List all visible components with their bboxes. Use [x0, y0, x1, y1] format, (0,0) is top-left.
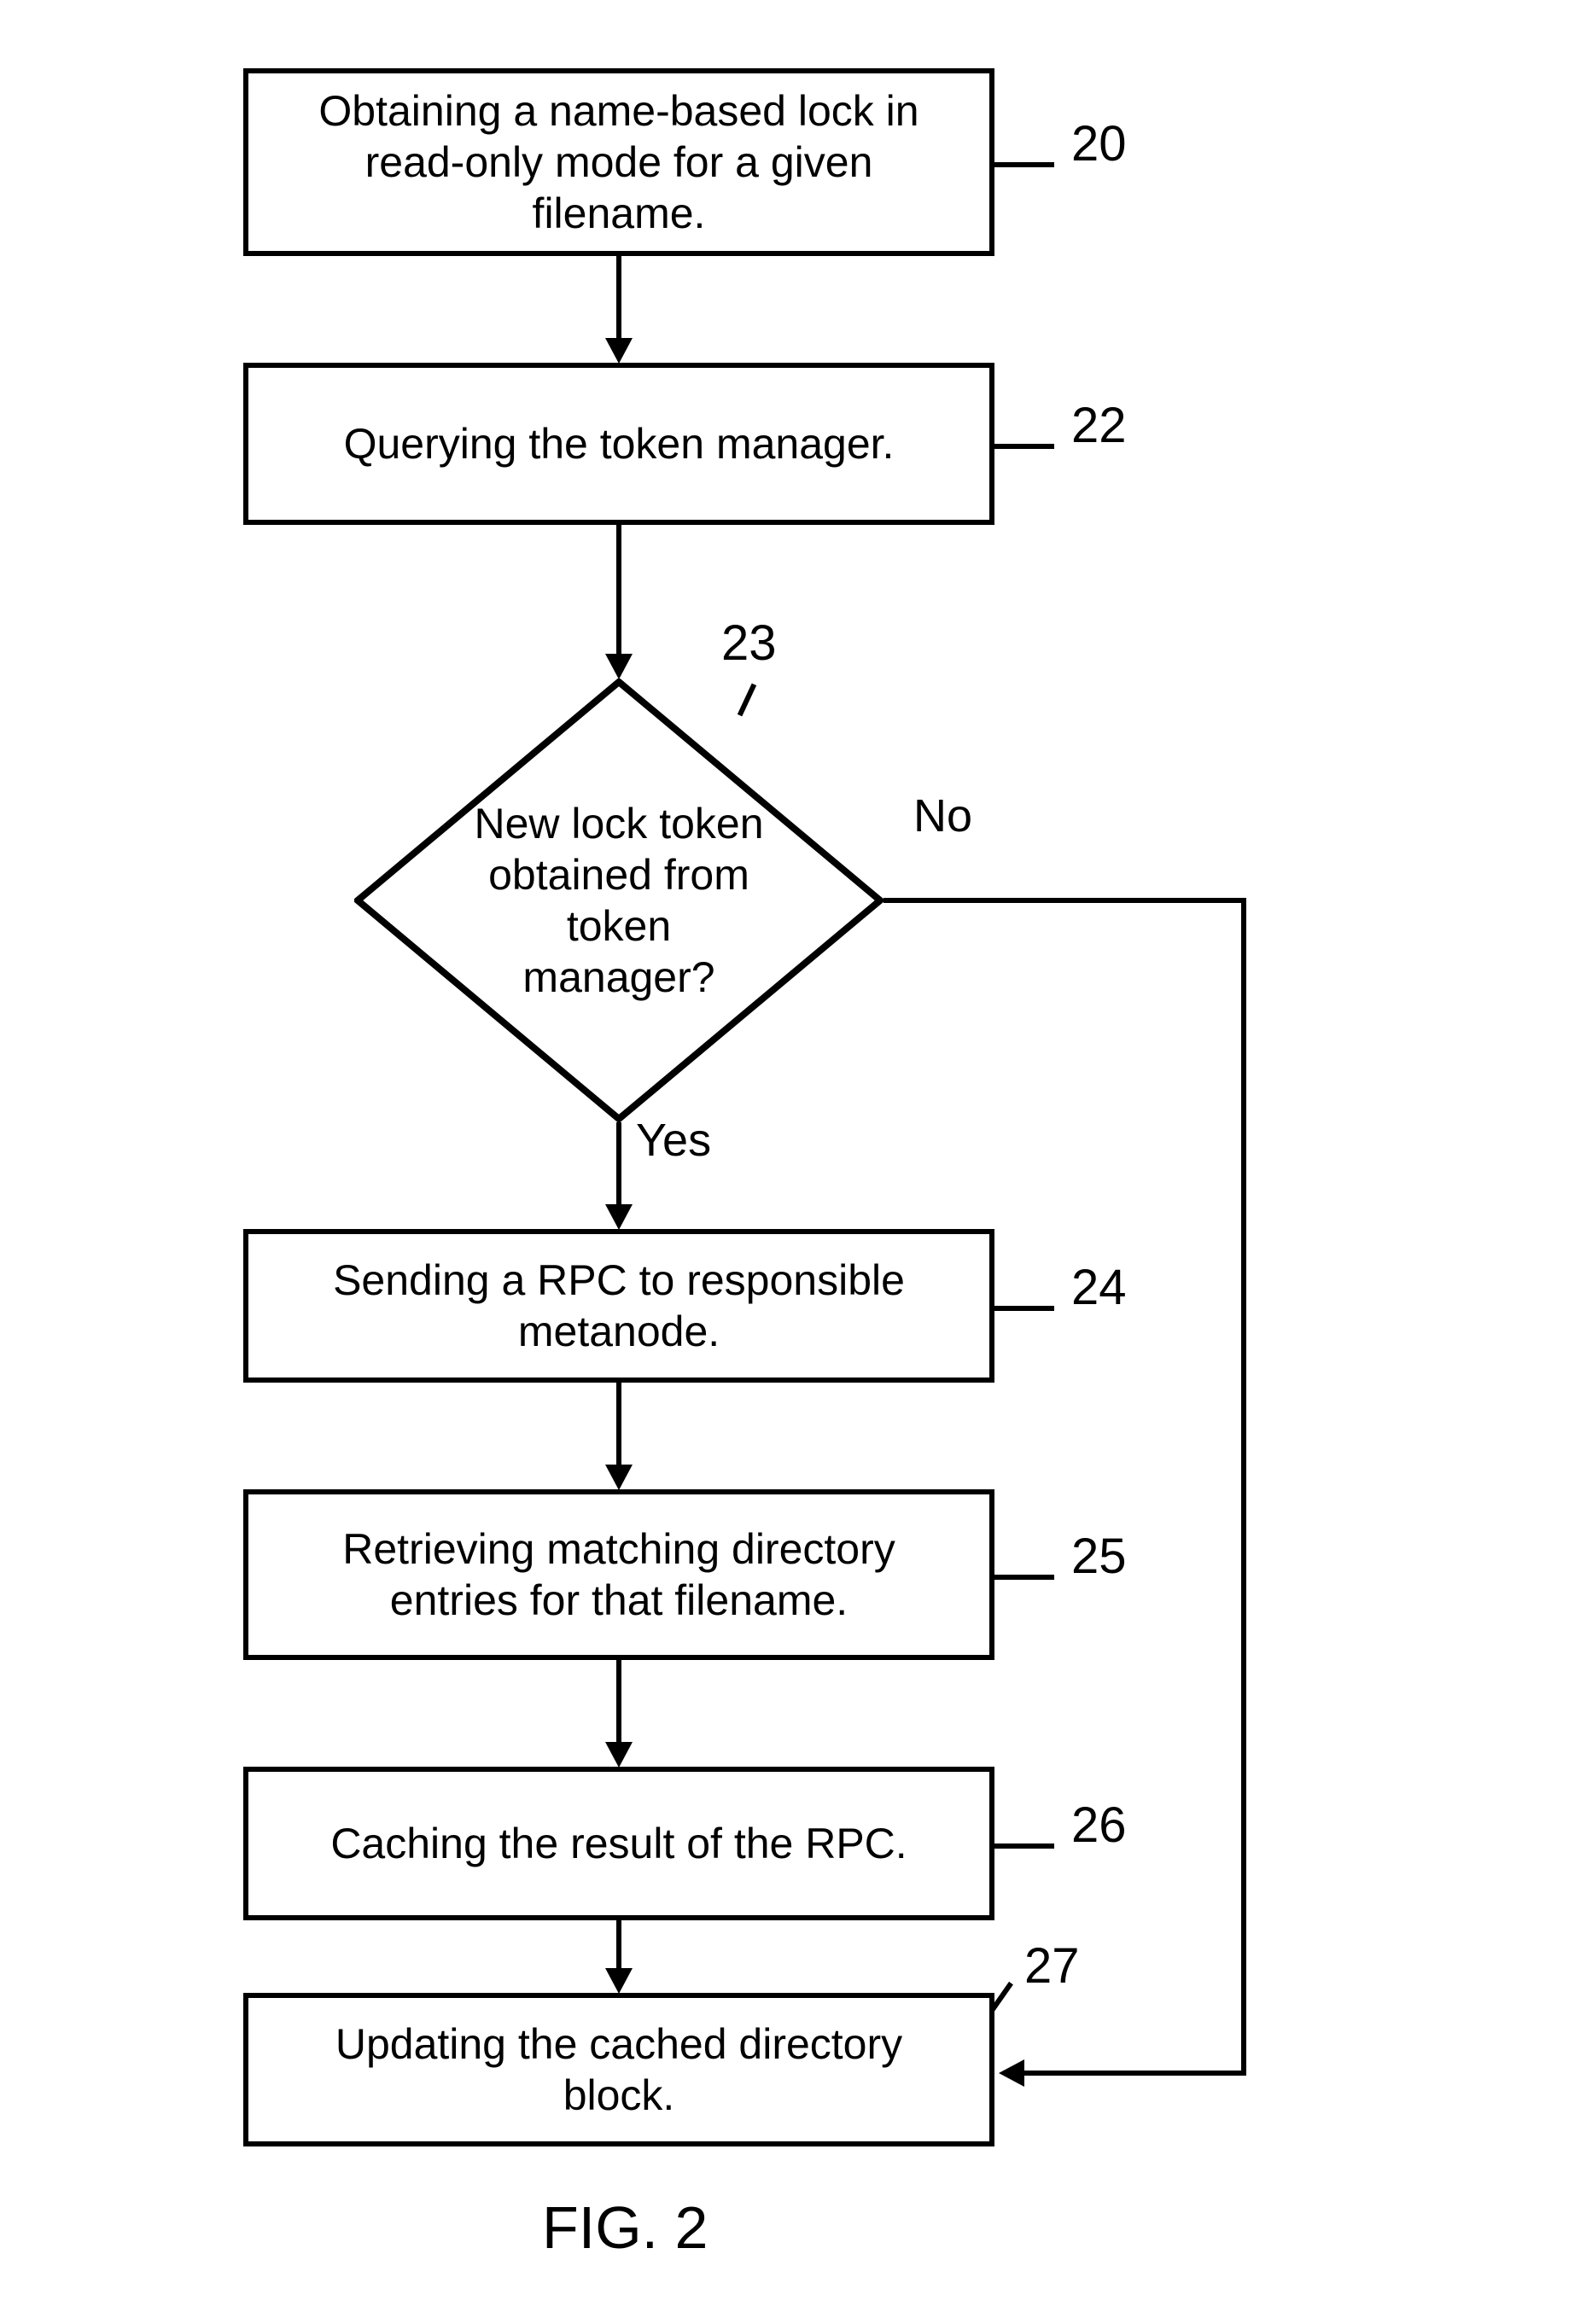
arrow-head-icon [605, 654, 633, 679]
process-box-22: Querying the token manager. [243, 363, 994, 525]
arrow-line [616, 1122, 621, 1208]
edge-label-yes: Yes [636, 1114, 711, 1167]
ref-num-22: 22 [1071, 397, 1127, 454]
arrow-line [616, 1660, 621, 1745]
ref-leader-26 [994, 1843, 1054, 1849]
process-box-20: Obtaining a name-based lock in read-only… [243, 68, 994, 256]
process-text: Updating the cached directory block. [274, 2018, 964, 2121]
process-box-25: Retrieving matching directory entries fo… [243, 1489, 994, 1660]
process-text: Obtaining a name-based lock in read-only… [274, 85, 964, 239]
ref-leader-25 [994, 1575, 1054, 1580]
process-text: Caching the result of the RPC. [330, 1818, 907, 1869]
process-text: Sending a RPC to responsible metanode. [274, 1255, 964, 1357]
ref-num-23: 23 [721, 614, 777, 672]
edge-label-no: No [913, 789, 972, 842]
ref-num-26: 26 [1071, 1797, 1127, 1854]
process-text: Querying the token manager. [344, 418, 895, 469]
figure-caption: FIG. 2 [542, 2193, 708, 2262]
arrow-head-icon [605, 338, 633, 364]
ref-num-25: 25 [1071, 1528, 1127, 1585]
ref-leader-20 [994, 162, 1054, 167]
ref-leader-22 [994, 444, 1054, 449]
arrow-head-icon [999, 2059, 1024, 2087]
ref-num-20: 20 [1071, 115, 1127, 172]
arrow-head-icon [605, 1204, 633, 1230]
process-box-26: Caching the result of the RPC. [243, 1767, 994, 1920]
decision-box-23: New lock token obtained from token manag… [354, 679, 883, 1122]
arrow-head-icon [605, 1465, 633, 1490]
process-box-27: Updating the cached directory block. [243, 1993, 994, 2146]
arrow-line [616, 525, 621, 657]
ref-leader-24 [994, 1306, 1054, 1311]
process-text: Retrieving matching directory entries fo… [274, 1523, 964, 1626]
arrow-head-icon [605, 1742, 633, 1768]
arrow-line [616, 1383, 621, 1468]
arrow-line [616, 1920, 621, 1972]
no-line-v [1241, 898, 1246, 2076]
no-line-h2 [1024, 2071, 1246, 2076]
arrow-head-icon [605, 1968, 633, 1994]
decision-text: New lock token obtained from token manag… [354, 679, 883, 1122]
no-line-h [883, 898, 1246, 903]
process-box-24: Sending a RPC to responsible metanode. [243, 1229, 994, 1383]
ref-num-24: 24 [1071, 1259, 1127, 1316]
arrow-line [616, 256, 621, 341]
ref-num-27: 27 [1024, 1937, 1080, 1995]
